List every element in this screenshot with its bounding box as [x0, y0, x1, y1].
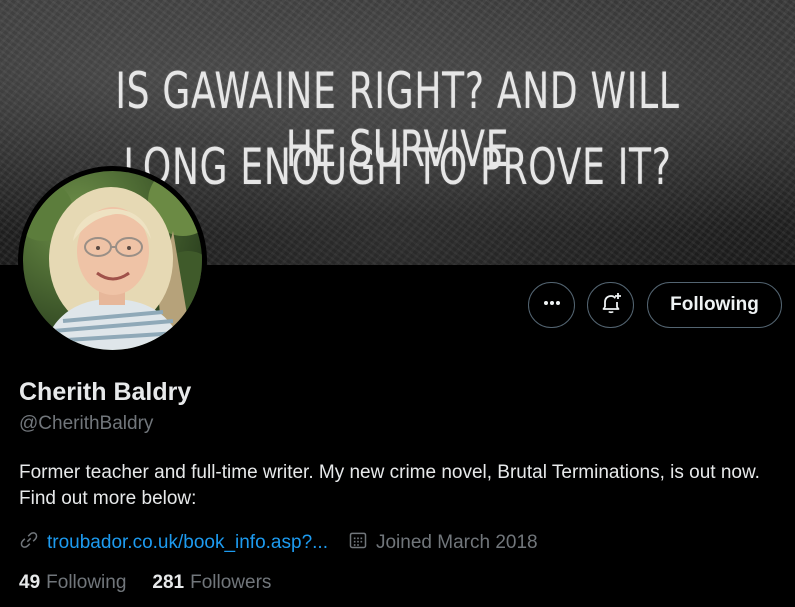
profile-meta: troubador.co.uk/book_info.asp?... Joined… [19, 530, 538, 556]
link-icon [19, 530, 39, 556]
following-button[interactable]: Following [647, 282, 782, 328]
followers-count: 281 [152, 572, 185, 593]
profile-avatar[interactable] [18, 166, 207, 355]
bell-plus-icon [599, 291, 623, 320]
more-horizontal-icon [542, 293, 562, 318]
following-label: Following [46, 572, 127, 593]
followers-label: Followers [190, 572, 272, 593]
profile-name: Cherith Baldry [19, 378, 192, 406]
followers-count-link[interactable]: 281 Followers [152, 572, 271, 594]
profile-handle: @CherithBaldry [19, 413, 154, 434]
avatar-photo [23, 171, 202, 350]
avatar-portrait-illustration [23, 171, 202, 350]
following-count: 49 [19, 572, 41, 593]
joined-date: Joined March 2018 [348, 530, 538, 556]
follow-stats: 49 Following 281 Followers [19, 572, 297, 594]
following-count-link[interactable]: 49 Following [19, 572, 126, 594]
joined-text: Joined March 2018 [375, 532, 538, 553]
turn-on-notifications-button[interactable] [587, 282, 634, 328]
calendar-icon [348, 530, 368, 556]
website-link[interactable]: troubador.co.uk/book_info.asp?... [47, 532, 328, 554]
more-options-button[interactable] [528, 282, 575, 328]
banner-text-line2: LONG ENOUGH TO PROVE IT? [123, 138, 672, 196]
profile-bio: Former teacher and full-time writer. My … [19, 462, 760, 509]
